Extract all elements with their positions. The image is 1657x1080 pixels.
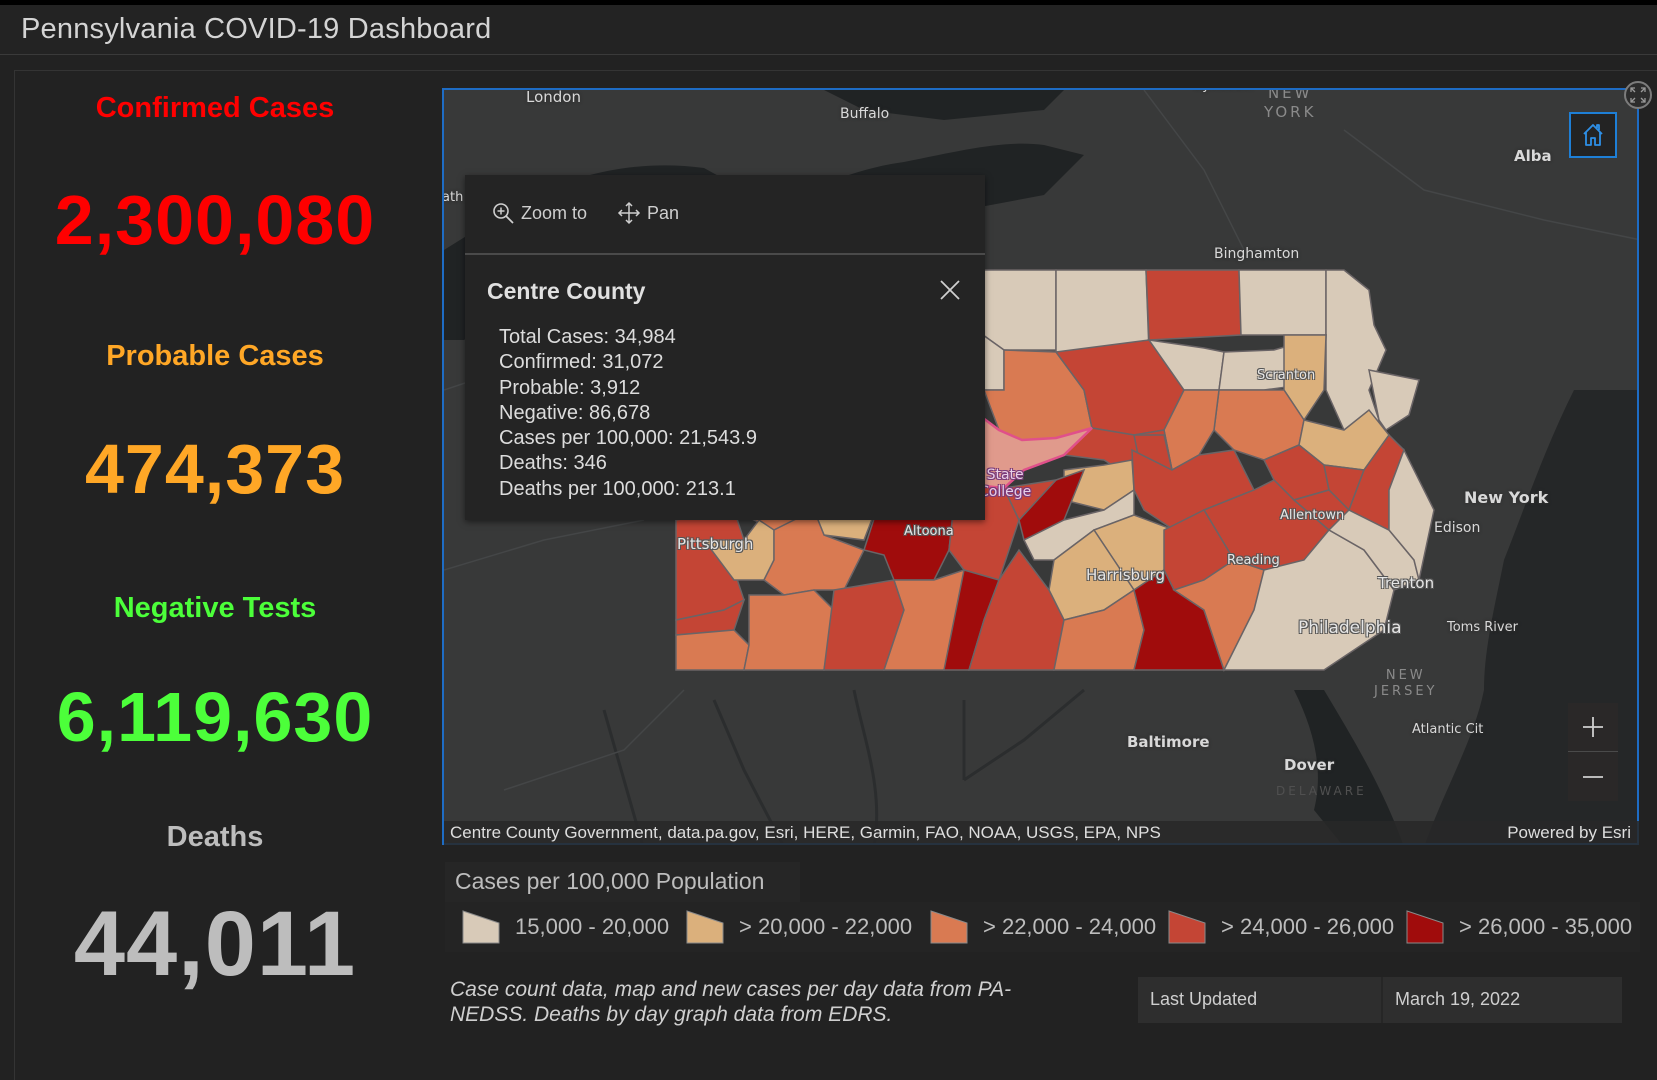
deaths-label: Deaths (166, 821, 264, 853)
legend-item-5: > 26,000 - 35,000 (1405, 902, 1632, 952)
last-updated-value-cell: March 19, 2022 (1381, 977, 1622, 1023)
map-label-new-york-state: NEW YORK (1264, 88, 1317, 121)
last-updated-table: Last Updated March 19, 2022 (1138, 977, 1622, 1023)
legend-swatch-1 (462, 910, 500, 944)
map-attribution: Centre County Government, data.pa.gov, E… (444, 821, 1639, 845)
legend-swatch-2 (686, 910, 724, 944)
probable-cases-label: Probable Cases (106, 340, 324, 372)
negative-tests-value: 6,119,630 (56, 678, 374, 756)
map-label-buffalo: Buffalo (840, 106, 890, 122)
county-popup: Zoom to Pan Centre County Total Cases: 3… (465, 175, 985, 520)
legend-item-3: > 22,000 - 24,000 (929, 902, 1156, 952)
plus-icon (1583, 717, 1603, 737)
map-label-atlantic-city: Atlantic Cit (1412, 722, 1484, 737)
legend-title: Cases per 100,000 Population (455, 868, 765, 894)
stats-panel: Confirmed Cases 2,300,080 Probable Cases… (16, 72, 416, 1080)
legend-row: 15,000 - 20,000 > 20,000 - 22,000 > 22,0… (445, 902, 1640, 952)
map-label-harrisburg: Harrisburg (1086, 566, 1165, 584)
map-label-allentown: Allentown (1280, 508, 1345, 523)
pan-button[interactable]: Pan (617, 201, 679, 225)
legend-title-box: Cases per 100,000 Population (445, 862, 800, 904)
pan-label: Pan (647, 202, 680, 223)
county-polygon[interactable] (1145, 269, 1242, 341)
popup-field-confirmed: Confirmed: 31,072 (499, 351, 664, 374)
popup-field-negative: Negative: 86,678 (499, 401, 651, 424)
popup-field-cases-per-100k: Cases per 100,000: 21,543.9 (499, 427, 757, 450)
last-updated-label: Last Updated (1150, 989, 1258, 1009)
map-label-baltimore: Baltimore (1127, 733, 1210, 751)
map-label-london: London (526, 88, 581, 106)
page-title: Pennsylvania COVID-19 Dashboard (21, 13, 492, 45)
expand-icon (1630, 87, 1646, 103)
powered-by-esri-link[interactable]: Powered by Esri (1507, 823, 1631, 843)
zoom-out-button[interactable] (1568, 752, 1618, 801)
county-polygon[interactable] (675, 629, 750, 671)
popup-field-deaths: Deaths: 346 (499, 452, 607, 475)
zoom-in-magnifier-icon (493, 203, 514, 224)
dashboard-header: Pennsylvania COVID-19 Dashboard (0, 5, 1657, 55)
county-polygon[interactable] (1055, 269, 1150, 353)
legend-swatch-3 (930, 910, 968, 944)
popup-fields: Total Cases: 34,984 Confirmed: 31,072 Pr… (499, 325, 757, 502)
attribution-sources: Centre County Government, data.pa.gov, E… (450, 823, 1161, 842)
legend-swatch-5 (1406, 910, 1444, 944)
map-label-syracuse: Syracuse (1194, 90, 1253, 93)
county-polygon[interactable] (1238, 269, 1327, 336)
close-icon (940, 280, 960, 300)
map-label-reading: Reading (1227, 553, 1280, 568)
legend-item-1: 15,000 - 20,000 (461, 902, 669, 952)
minus-icon (1583, 775, 1603, 778)
deaths-value: 44,011 (73, 893, 357, 995)
popup-field-probable: Probable: 3,912 (499, 376, 641, 399)
zoom-to-button[interactable]: Zoom to (491, 201, 587, 225)
popup-field-deaths-per-100k: Deaths per 100,000: 213.1 (499, 477, 736, 500)
zoom-to-label: Zoom to (521, 202, 588, 223)
map-label-partial: ath (442, 190, 464, 205)
map-label-altoona: Altoona (904, 524, 954, 539)
map-label-new-york-city: New York (1464, 488, 1549, 507)
map-label-albany: Alba (1514, 147, 1552, 165)
legend-label-5: > 26,000 - 35,000 (1459, 914, 1633, 939)
popup-close-button[interactable] (937, 277, 963, 303)
popup-field-total-cases: Total Cases: 34,984 (499, 326, 676, 348)
map-label-binghamton: Binghamton (1214, 246, 1300, 262)
data-source-footnote: Case count data, map and new cases per d… (450, 978, 1012, 1026)
legend-label-3: > 22,000 - 24,000 (983, 914, 1157, 939)
pan-arrows-icon (617, 201, 641, 225)
map-label-delaware: DELAWARE (1276, 784, 1367, 798)
popup-title: Centre County (487, 278, 646, 304)
home-button[interactable] (1569, 112, 1617, 158)
fullscreen-button[interactable] (1624, 81, 1652, 109)
home-icon (1583, 124, 1603, 146)
map-label-new-jersey: NEW JERSEY (1374, 668, 1438, 699)
legend-label-1: 15,000 - 20,000 (515, 914, 670, 939)
probable-cases-value: 474,373 (84, 430, 346, 508)
map-label-trenton: Trenton (1378, 574, 1435, 592)
legend-item-2: > 20,000 - 22,000 (685, 902, 912, 952)
map-label-philadelphia: Philadelphia (1298, 618, 1402, 638)
map-label-dover: Dover (1284, 756, 1335, 774)
legend-label-4: > 24,000 - 26,000 (1221, 914, 1395, 939)
zoom-in-button[interactable] (1568, 703, 1618, 752)
last-updated-value: March 19, 2022 (1395, 989, 1521, 1009)
legend-label-2: > 20,000 - 22,000 (739, 914, 913, 939)
map-label-pittsburgh: Pittsburgh (677, 535, 754, 553)
legend-swatch-4 (1168, 910, 1206, 944)
negative-tests-label: Negative Tests (113, 592, 317, 624)
legend-item-4: > 24,000 - 26,000 (1167, 902, 1394, 952)
map-label-toms-river: Toms River (1447, 620, 1518, 635)
map-label-edison: Edison (1434, 520, 1481, 536)
popup-actions-bar: Zoom to Pan (465, 175, 985, 255)
map-label-scranton: Scranton (1257, 368, 1316, 383)
county-polygon[interactable] (743, 589, 835, 671)
confirmed-cases-value: 2,300,080 (54, 181, 376, 259)
zoom-controls (1568, 703, 1618, 801)
confirmed-cases-label: Confirmed Cases (95, 92, 335, 124)
map-label-state-college: State College (979, 467, 1032, 500)
